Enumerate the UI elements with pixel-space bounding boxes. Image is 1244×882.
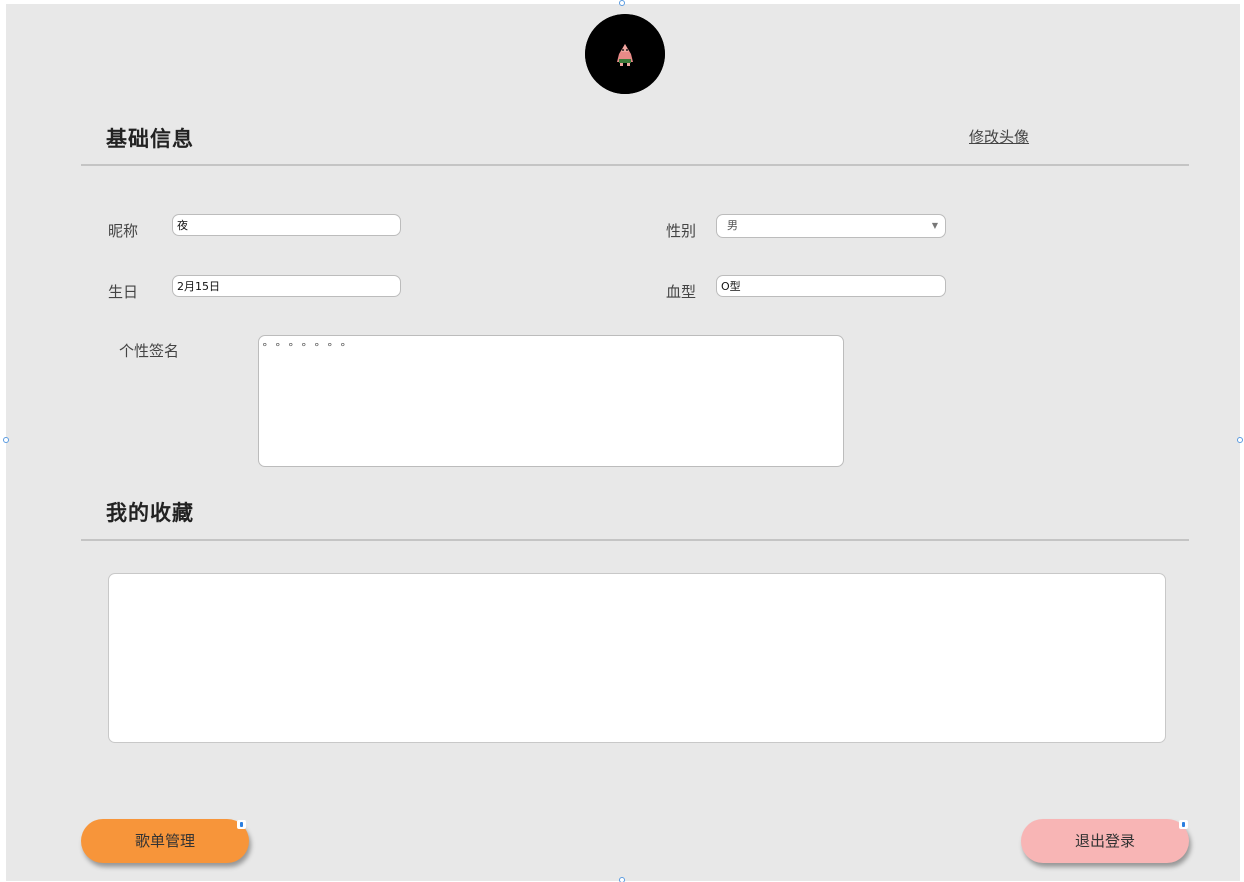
resize-handle-bottom[interactable] xyxy=(619,877,625,882)
divider xyxy=(81,164,1189,166)
divider xyxy=(81,539,1189,541)
badge-icon xyxy=(1179,820,1188,829)
badge-icon xyxy=(237,820,246,829)
avatar-image-icon xyxy=(585,14,665,94)
nickname-input[interactable]: 夜 xyxy=(172,214,401,236)
change-avatar-link[interactable]: 修改头像 xyxy=(969,126,1029,147)
favorites-list xyxy=(108,573,1166,743)
chevron-down-icon: ▼ xyxy=(931,221,938,230)
section-title-favorites: 我的收藏 xyxy=(106,501,194,525)
birthday-input[interactable]: 2月15日 xyxy=(172,275,401,297)
resize-handle-right[interactable] xyxy=(1237,437,1243,443)
playlist-manage-button[interactable]: 歌单管理 xyxy=(81,819,249,863)
birthday-label: 生日 xyxy=(108,283,139,301)
resize-handle-top[interactable] xyxy=(619,0,625,6)
blood-type-label: 血型 xyxy=(666,283,697,301)
gender-label: 性别 xyxy=(666,222,697,240)
signature-textarea[interactable]: ° ° ° ° ° ° ° xyxy=(258,335,844,467)
resize-handle-left[interactable] xyxy=(3,437,9,443)
logout-button[interactable]: 退出登录 xyxy=(1021,819,1189,863)
gender-select[interactable]: 男 ▼ xyxy=(716,214,946,238)
signature-label: 个性签名 xyxy=(119,342,180,360)
section-title-basic-info: 基础信息 xyxy=(106,127,194,151)
nickname-label: 昵称 xyxy=(108,222,139,240)
gender-select-value: 男 xyxy=(727,219,738,232)
avatar[interactable] xyxy=(585,14,665,94)
blood-type-input[interactable]: O型 xyxy=(716,275,946,297)
profile-page: 基础信息 修改头像 昵称 夜 性别 男 ▼ 生日 2月15日 血型 O型 个性签… xyxy=(6,4,1240,881)
